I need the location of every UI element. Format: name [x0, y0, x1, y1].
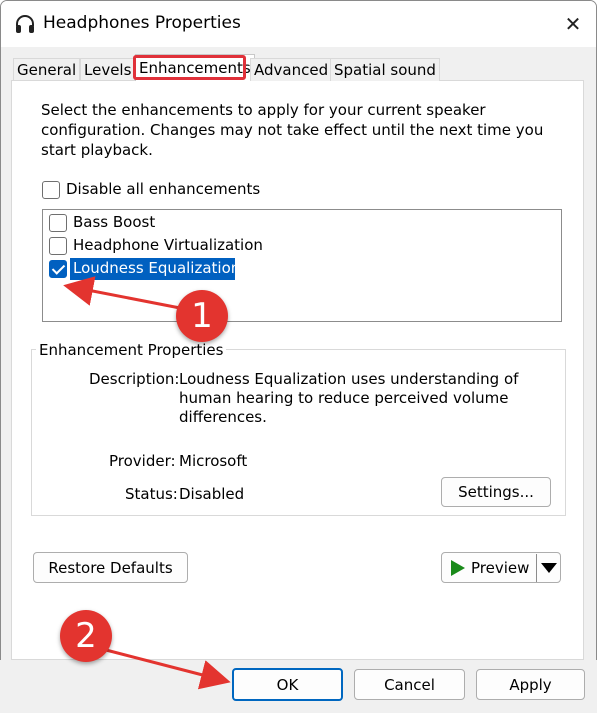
close-icon: ✕: [564, 12, 582, 36]
apply-button[interactable]: Apply: [476, 669, 585, 700]
tab-general[interactable]: General: [13, 58, 81, 81]
intro-text: Select the enhancements to apply for you…: [41, 101, 544, 159]
bass-boost-label: Bass Boost: [73, 213, 156, 231]
annotation-badge-1: 1: [176, 290, 228, 342]
tab-advanced[interactable]: Advanced: [250, 58, 333, 81]
play-icon: [451, 559, 465, 576]
provider-label: Provider:: [109, 452, 176, 470]
preview-label: Preview: [471, 558, 530, 577]
restore-defaults-button[interactable]: Restore Defaults: [33, 552, 188, 583]
headphone-virtualization-checkbox[interactable]: [49, 237, 67, 255]
tab-levels[interactable]: Levels: [80, 58, 136, 81]
headphone-virtualization-label: Headphone Virtualization: [73, 236, 263, 254]
description-value: Loudness Equalization uses understanding…: [179, 370, 519, 426]
chevron-down-icon[interactable]: [541, 563, 557, 573]
provider-value: Microsoft: [179, 452, 248, 470]
tab-spatial-sound[interactable]: Spatial sound: [330, 58, 440, 81]
preview-split-divider: [536, 554, 537, 582]
group-title: Enhancement Properties: [36, 341, 227, 359]
settings-button[interactable]: Settings...: [441, 477, 551, 507]
status-value: Disabled: [179, 485, 245, 503]
title-bar: Headphones Properties ✕: [1, 1, 596, 47]
loudness-equalization-checkbox[interactable]: [49, 260, 67, 278]
cancel-button[interactable]: Cancel: [354, 669, 465, 700]
ok-button[interactable]: OK: [232, 668, 343, 701]
window-title: Headphones Properties: [43, 13, 241, 33]
status-label: Status:: [125, 485, 178, 503]
bass-boost-checkbox[interactable]: [49, 214, 67, 232]
disable-all-label: Disable all enhancements: [66, 180, 261, 198]
disable-all-checkbox[interactable]: [42, 181, 60, 199]
close-button[interactable]: ✕: [550, 1, 596, 47]
description-label: Description:: [89, 370, 180, 388]
enhancements-tab-highlight: [133, 55, 246, 80]
annotation-badge-2: 2: [60, 610, 112, 662]
loudness-equalization-label[interactable]: Loudness Equalization: [73, 259, 240, 277]
headphones-icon: [16, 15, 34, 33]
